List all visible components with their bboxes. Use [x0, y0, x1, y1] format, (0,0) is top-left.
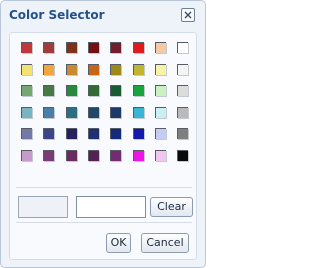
color-swatch[interactable]: [43, 64, 54, 75]
color-swatch[interactable]: [21, 42, 32, 53]
divider: [16, 222, 192, 223]
color-swatch[interactable]: [21, 128, 32, 139]
color-swatch[interactable]: [21, 107, 32, 118]
color-swatch[interactable]: [110, 42, 121, 53]
color-swatch[interactable]: [43, 107, 54, 118]
color-swatch[interactable]: [43, 85, 54, 96]
color-swatch[interactable]: [66, 64, 77, 75]
color-swatch[interactable]: [88, 64, 99, 75]
color-swatch[interactable]: [155, 128, 166, 139]
color-swatch[interactable]: [43, 150, 54, 161]
ok-button[interactable]: OK: [106, 233, 131, 253]
color-value-input[interactable]: [76, 196, 146, 218]
color-swatch[interactable]: [66, 42, 77, 53]
color-swatch[interactable]: [88, 107, 99, 118]
color-selector-dialog: Color Selector Clear OK Cancel: [0, 0, 206, 268]
color-swatch[interactable]: [155, 85, 166, 96]
color-swatch[interactable]: [177, 150, 188, 161]
color-swatch[interactable]: [177, 107, 188, 118]
color-swatch[interactable]: [66, 128, 77, 139]
color-swatch[interactable]: [88, 85, 99, 96]
color-swatch[interactable]: [43, 42, 54, 53]
color-swatch[interactable]: [88, 42, 99, 53]
color-swatch[interactable]: [110, 128, 121, 139]
color-swatch[interactable]: [88, 128, 99, 139]
divider: [16, 187, 192, 188]
color-swatch[interactable]: [177, 42, 188, 53]
color-swatch[interactable]: [133, 64, 144, 75]
color-swatch[interactable]: [133, 150, 144, 161]
color-swatch[interactable]: [21, 64, 32, 75]
color-swatch[interactable]: [110, 107, 121, 118]
close-x-icon: [184, 11, 192, 19]
color-swatch[interactable]: [133, 128, 144, 139]
color-swatch[interactable]: [110, 64, 121, 75]
color-swatch[interactable]: [43, 128, 54, 139]
cancel-button[interactable]: Cancel: [141, 233, 189, 253]
color-swatch[interactable]: [177, 64, 188, 75]
color-swatch[interactable]: [66, 85, 77, 96]
color-swatch[interactable]: [155, 42, 166, 53]
color-swatch[interactable]: [133, 42, 144, 53]
color-swatch[interactable]: [133, 107, 144, 118]
color-swatch[interactable]: [88, 150, 99, 161]
color-swatch[interactable]: [155, 64, 166, 75]
color-swatch[interactable]: [177, 128, 188, 139]
color-swatch[interactable]: [155, 150, 166, 161]
color-palette-panel: Clear OK Cancel: [9, 32, 197, 260]
color-swatch[interactable]: [66, 150, 77, 161]
color-swatch[interactable]: [177, 85, 188, 96]
color-swatch[interactable]: [110, 150, 121, 161]
color-swatch[interactable]: [155, 107, 166, 118]
color-swatch[interactable]: [133, 85, 144, 96]
dialog-title: Color Selector: [9, 8, 105, 22]
color-preview: [18, 196, 68, 218]
color-swatch[interactable]: [21, 85, 32, 96]
color-swatch[interactable]: [66, 107, 77, 118]
clear-button[interactable]: Clear: [150, 197, 193, 217]
color-swatch[interactable]: [21, 150, 32, 161]
color-swatch[interactable]: [110, 85, 121, 96]
close-button[interactable]: [181, 8, 195, 22]
